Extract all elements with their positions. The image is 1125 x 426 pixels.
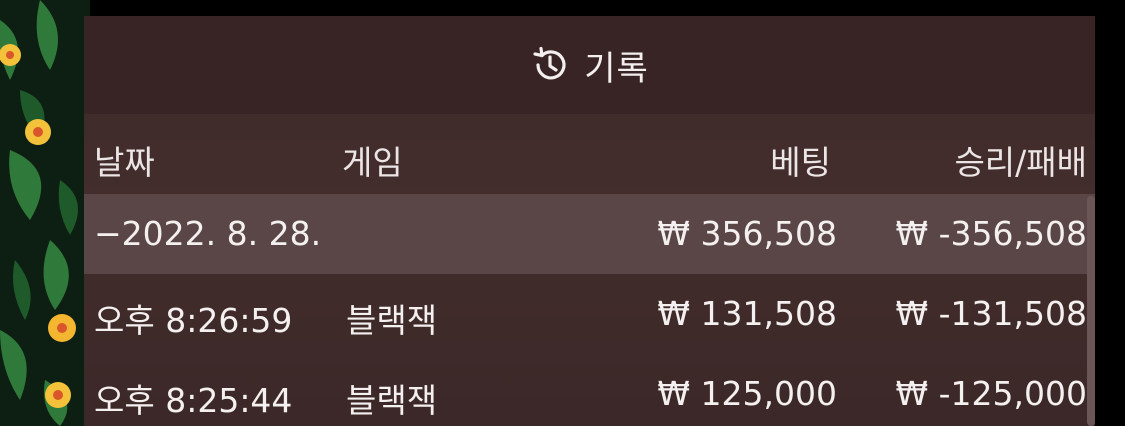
tropical-decoration bbox=[0, 0, 90, 426]
column-header-bet: 베팅 bbox=[770, 143, 831, 182]
row-result: ₩ -131,508 bbox=[895, 294, 1088, 333]
panel-header: 기록 bbox=[84, 16, 1095, 114]
table-header: 날짜 게임 베팅 승리/패배 bbox=[84, 114, 1095, 194]
scrollbar[interactable] bbox=[1087, 196, 1095, 426]
leaf-pattern-icon bbox=[0, 0, 90, 426]
history-panel: 기록 날짜 게임 베팅 승리/패배 −2022. 8. 28. ₩ 356,50… bbox=[84, 16, 1095, 426]
group-result-total: ₩ -356,508 bbox=[895, 214, 1088, 253]
row-result: ₩ -125,000 bbox=[895, 374, 1088, 413]
table-row[interactable]: 오후 8:25:44 블랙잭 ₩ 125,000 ₩ -125,000 bbox=[84, 354, 1095, 426]
history-icon bbox=[530, 45, 570, 85]
row-game: 블랙잭 bbox=[346, 381, 438, 420]
row-game: 블랙잭 bbox=[346, 301, 438, 340]
row-bet: ₩ 131,508 bbox=[657, 294, 837, 333]
group-date: −2022. 8. 28. bbox=[94, 214, 322, 253]
column-header-result: 승리/패배 bbox=[954, 143, 1087, 182]
row-bet: ₩ 125,000 bbox=[657, 374, 837, 413]
row-time: 오후 8:26:59 bbox=[94, 301, 293, 340]
row-time: 오후 8:25:44 bbox=[94, 381, 293, 420]
page-title: 기록 bbox=[584, 48, 649, 89]
date-group-row[interactable]: −2022. 8. 28. ₩ 356,508 ₩ -356,508 bbox=[84, 194, 1095, 274]
column-header-date: 날짜 bbox=[94, 143, 155, 182]
screen: 기록 날짜 게임 베팅 승리/패배 −2022. 8. 28. ₩ 356,50… bbox=[0, 0, 1125, 426]
table-row[interactable]: 오후 8:26:59 블랙잭 ₩ 131,508 ₩ -131,508 bbox=[84, 274, 1095, 354]
group-bet-total: ₩ 356,508 bbox=[657, 214, 837, 253]
column-header-game: 게임 bbox=[342, 143, 403, 182]
